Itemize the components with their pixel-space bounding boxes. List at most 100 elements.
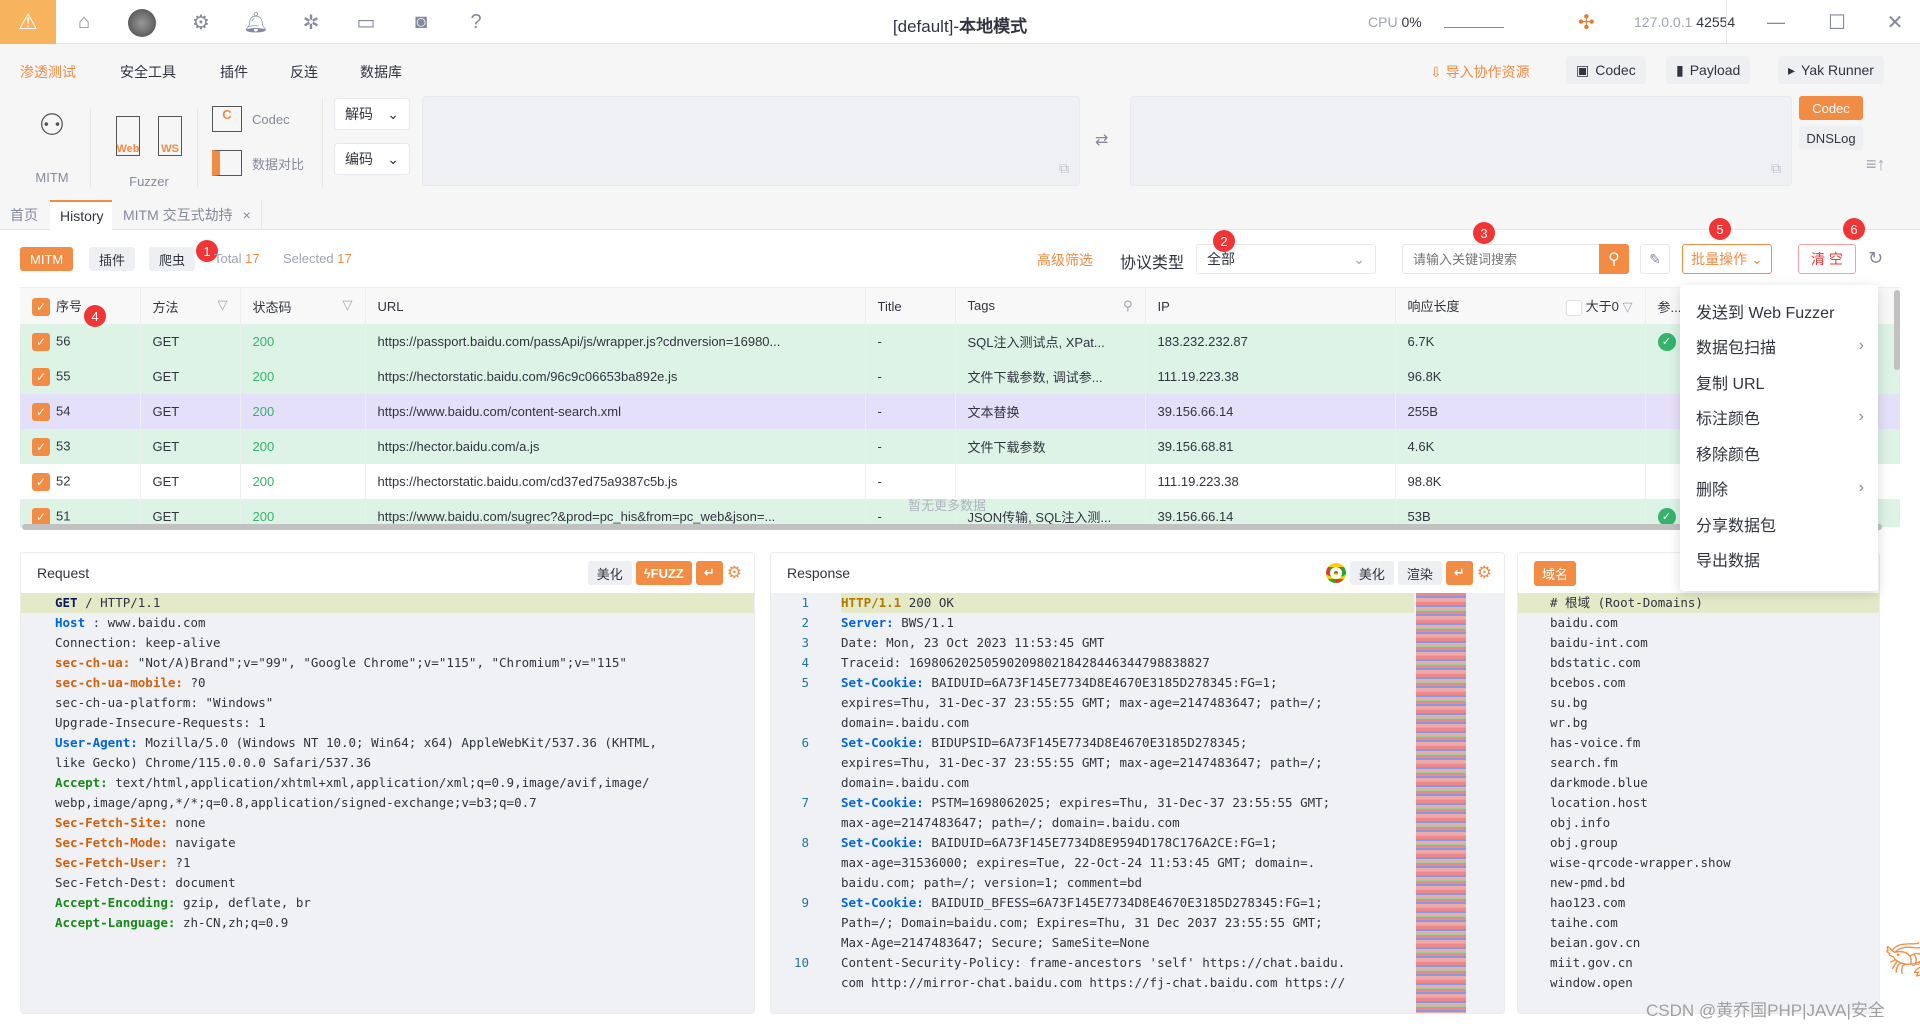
encode-select[interactable]: 编码 ⌄: [334, 143, 410, 175]
beautify-button[interactable]: 美化: [587, 561, 632, 585]
table-row[interactable]: ✓ 54 GET 200 https://www.baidu.com/content-s…: [20, 394, 1900, 429]
batch-menu-item[interactable]: 标注颜色 ›: [1680, 400, 1878, 436]
row-checkbox[interactable]: ✓: [32, 437, 50, 456]
column-header-title[interactable]: Title: [865, 288, 956, 324]
menu-item-label: 发送到 Web Fuzzer: [1696, 304, 1835, 322]
clear-button[interactable]: 清 空: [1798, 244, 1856, 274]
row-checkbox[interactable]: ✓: [32, 367, 50, 386]
swap-icon[interactable]: ⇄: [1095, 130, 1108, 150]
collapse-icon[interactable]: ≡↑: [1866, 154, 1886, 175]
web-fuzzer-button[interactable]: Web: [116, 116, 140, 156]
filter-icon[interactable]: ▽: [218, 297, 228, 313]
codec-input[interactable]: ⧉: [422, 96, 1080, 186]
payload-button[interactable]: ▮ Payload: [1666, 56, 1751, 84]
length-cell: 96.8K: [1395, 359, 1646, 394]
domains-tab[interactable]: 域名: [1534, 560, 1577, 586]
close-icon[interactable]: ✕: [1875, 0, 1915, 44]
maximize-icon[interactable]: ☐: [1817, 0, 1857, 44]
mitm-button[interactable]: ⚇ MITM: [24, 108, 80, 185]
import-resources-link[interactable]: ⇩ 导入协作资源: [1430, 62, 1530, 82]
tab-home[interactable]: 首页: [0, 200, 48, 230]
batch-menu-item[interactable]: 发送到 Web Fuzzer: [1680, 293, 1878, 329]
response-editor[interactable]: 1 HTTP/1.1 200 OK 2 Server: BWS/1.1 3 Date: M…: [771, 593, 1504, 1013]
line-number: 9: [801, 895, 809, 910]
batch-menu-item[interactable]: 分享数据包: [1680, 506, 1878, 542]
render-button[interactable]: 渲染: [1397, 561, 1442, 585]
decode-select[interactable]: 解码 ⌄: [334, 98, 410, 130]
data-compare-button[interactable]: 数据对比: [212, 150, 304, 176]
menu-plugins[interactable]: 插件: [220, 62, 248, 82]
keyword-search-input[interactable]: [1402, 244, 1600, 274]
row-checkbox[interactable]: ✓: [32, 507, 50, 526]
filter-plugin[interactable]: 插件: [89, 247, 136, 271]
domains-editor[interactable]: # 根域 (Root-Domains) baidu.com baidu-int.co…: [1518, 593, 1879, 1013]
column-header-status[interactable]: 状态码 ▽: [240, 288, 366, 324]
gear-icon[interactable]: ⚙: [727, 563, 742, 583]
table-row[interactable]: ✓ 56 GET 200 https://passport.baidu.com/pass…: [20, 324, 1900, 359]
refresh-icon[interactable]: ↻: [1868, 248, 1883, 269]
ws-fuzzer-button[interactable]: WS: [158, 116, 182, 156]
filter-crawler[interactable]: 爬虫: [149, 247, 196, 271]
batch-menu-item[interactable]: 移除颜色: [1680, 435, 1878, 471]
menu-security-tools[interactable]: 安全工具: [120, 62, 176, 82]
menu-reverse[interactable]: 反连: [290, 62, 318, 82]
batch-menu-item[interactable]: 数据包扫描 ›: [1680, 329, 1878, 365]
filter-icon[interactable]: ▽: [343, 297, 353, 313]
tab-history[interactable]: History: [50, 200, 112, 230]
column-header-method[interactable]: 方法 ▽: [140, 288, 241, 324]
newline-toggle-button[interactable]: ↵: [1445, 561, 1473, 585]
codec-output[interactable]: ⧉: [1130, 96, 1792, 186]
horizontal-scrollbar[interactable]: [22, 524, 1882, 530]
newline-toggle-button[interactable]: ↵: [695, 561, 723, 585]
request-editor[interactable]: GET / HTTP/1.1 Host : www.baidu.com Connec…: [21, 593, 754, 1013]
side-dnslog-tab[interactable]: DNSLog: [1799, 126, 1863, 150]
code-line: Sec-Fetch-Dest: document: [21, 873, 754, 893]
vertical-scrollbar[interactable]: [1894, 290, 1900, 370]
chrome-icon[interactable]: [1325, 563, 1346, 583]
header-value: BAIDUID=6A73F145E7734D8E9594D178C176A2CE…: [923, 835, 1278, 850]
table-row[interactable]: ✓ 52 GET 200 https://hectorstatic.baidu.com/…: [20, 464, 1900, 499]
search-button[interactable]: ⚲: [1599, 244, 1629, 274]
column-header-url[interactable]: URL: [365, 288, 866, 324]
beautify-button[interactable]: 美化: [1349, 561, 1394, 585]
engine-icon[interactable]: ✣: [1578, 10, 1595, 35]
row-checkbox[interactable]: ✓: [32, 332, 50, 351]
batch-actions-button[interactable]: 批量操作 ⌄: [1682, 244, 1772, 274]
mascot-icon[interactable]: 🦐︎: [1885, 940, 1920, 980]
filter-icon[interactable]: ▽: [1623, 299, 1633, 314]
select-all-checkbox[interactable]: ✓: [32, 298, 50, 317]
search-icon[interactable]: ⚲: [1123, 298, 1133, 314]
codec-button[interactable]: ▣ Codec: [1566, 56, 1646, 84]
header-value: Upgrade-Insecure-Requests: 1: [55, 715, 266, 730]
batch-menu-item[interactable]: 复制 URL: [1680, 364, 1878, 400]
menu-database[interactable]: 数据库: [360, 62, 402, 82]
filter-settings-button[interactable]: ✎: [1640, 244, 1670, 274]
header-value: domain=.baidu.com: [841, 715, 969, 730]
codec-tool-button[interactable]: C Codec: [212, 106, 290, 132]
tab-mitm-hijack[interactable]: MITM 交互式劫持 ×: [113, 200, 262, 230]
table-row[interactable]: ✓ 55 GET 200 https://hectorstatic.baidu.com/…: [20, 359, 1900, 394]
gear-icon[interactable]: ⚙: [1477, 563, 1492, 583]
greater-than-zero-checkbox[interactable]: [1566, 299, 1583, 316]
editor-minimap[interactable]: [1416, 593, 1466, 1013]
close-icon[interactable]: ×: [243, 207, 251, 223]
minimize-icon[interactable]: —: [1756, 0, 1796, 44]
advanced-filter-link[interactable]: 高级筛选: [1037, 250, 1093, 270]
row-checkbox[interactable]: ✓: [32, 402, 50, 421]
column-header-tags[interactable]: Tags ⚲: [955, 288, 1146, 324]
menu-pentest[interactable]: 渗透测试: [20, 62, 76, 82]
batch-menu-item[interactable]: 删除 ›: [1680, 471, 1878, 507]
column-header-ip[interactable]: IP: [1145, 288, 1396, 324]
row-checkbox[interactable]: ✓: [32, 472, 50, 491]
side-codec-tab[interactable]: Codec: [1799, 96, 1863, 120]
column-header-id[interactable]: ✓ 序号: [20, 288, 141, 324]
column-header-length[interactable]: 响应长度 大于0 ▽: [1395, 288, 1646, 324]
batch-menu-item[interactable]: 导出数据: [1680, 542, 1878, 578]
filter-mitm[interactable]: MITM: [20, 247, 74, 271]
fuzz-button[interactable]: ϟ FUZZ: [635, 561, 692, 585]
copy-icon[interactable]: ⧉: [1059, 160, 1069, 177]
yak-runner-button[interactable]: ▸ Yak Runner: [1778, 56, 1884, 84]
table-row[interactable]: ✓ 53 GET 200 https://hector.baidu.com/a.js - 文…: [20, 429, 1900, 464]
chevron-right-icon: ›: [1858, 479, 1864, 497]
copy-icon[interactable]: ⧉: [1771, 160, 1781, 177]
